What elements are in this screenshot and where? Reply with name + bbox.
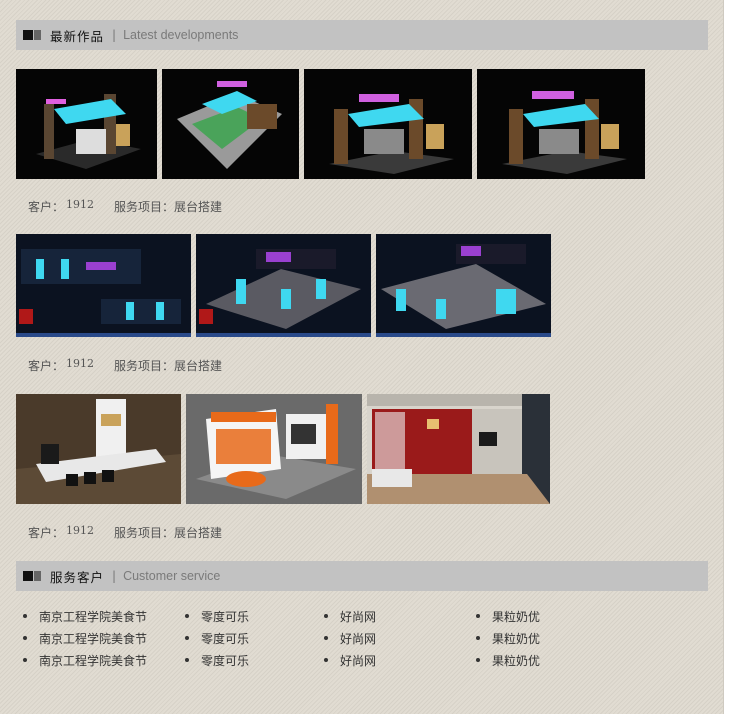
customers-header: 服务客户 | Customer service xyxy=(16,561,708,591)
service-value: 展台搭建 xyxy=(174,359,223,373)
bullet-icon xyxy=(185,636,189,640)
customer-link[interactable]: 零度可乐 xyxy=(185,652,324,669)
work-thumbnail-hall-1[interactable] xyxy=(16,234,191,337)
customer-link[interactable]: 零度可乐 xyxy=(185,608,324,625)
bullet-icon xyxy=(185,658,189,662)
work-caption: 客户： 1912 服务项目： 展台搭建 xyxy=(28,357,222,374)
service-label: 服务项目： xyxy=(114,200,175,214)
client-value: 1912 xyxy=(66,524,95,537)
client-label: 客户： xyxy=(28,200,65,214)
customer-name: 好尚网 xyxy=(340,609,377,624)
service-label: 服务项目： xyxy=(114,526,175,540)
customer-name: 零度可乐 xyxy=(201,653,250,668)
customer-link[interactable]: 果粒奶优 xyxy=(476,652,596,669)
bullet-icon xyxy=(23,614,27,618)
work-thumbnail-white-booth[interactable] xyxy=(16,394,181,504)
customer-link[interactable]: 南京工程学院美食节 xyxy=(23,652,185,669)
work-thumbnail-hall-3[interactable] xyxy=(376,234,551,337)
customer-name: 零度可乐 xyxy=(201,631,250,646)
customer-link[interactable]: 果粒奶优 xyxy=(476,608,596,625)
page-scrollbar-edge xyxy=(723,0,732,714)
customer-link[interactable]: 南京工程学院美食节 xyxy=(23,608,185,625)
client-label: 客户： xyxy=(28,526,65,540)
customer-name: 好尚网 xyxy=(340,653,377,668)
header-separator: | xyxy=(112,569,117,583)
customer-link[interactable]: 好尚网 xyxy=(324,630,476,647)
customer-link[interactable]: 南京工程学院美食节 xyxy=(23,630,185,647)
customer-name: 果粒奶优 xyxy=(492,653,541,668)
work-thumbnail-booth-4[interactable] xyxy=(477,69,645,179)
work-thumbnail-booth-1[interactable] xyxy=(16,69,157,179)
customer-row: 南京工程学院美食节 零度可乐 好尚网 果粒奶优 xyxy=(23,605,623,627)
work-thumbnail-living-room[interactable] xyxy=(367,394,550,504)
customer-name: 南京工程学院美食节 xyxy=(39,609,148,624)
section-bullet-icon xyxy=(23,30,41,40)
customer-link[interactable]: 零度可乐 xyxy=(185,630,324,647)
work-caption: 客户： 1912 服务项目： 展台搭建 xyxy=(28,198,222,215)
bullet-icon xyxy=(23,658,27,662)
work-thumbnail-orange-booth[interactable] xyxy=(186,394,362,504)
customer-name: 南京工程学院美食节 xyxy=(39,631,148,646)
service-value: 展台搭建 xyxy=(174,526,223,540)
customer-row: 南京工程学院美食节 零度可乐 好尚网 果粒奶优 xyxy=(23,627,623,649)
customer-row: 南京工程学院美食节 零度可乐 好尚网 果粒奶优 xyxy=(23,649,623,671)
bullet-icon xyxy=(185,614,189,618)
section-bullet-icon xyxy=(23,571,41,581)
bullet-icon xyxy=(476,614,480,618)
bullet-icon xyxy=(324,614,328,618)
header-separator: | xyxy=(112,28,117,42)
work-thumbnail-booth-2[interactable] xyxy=(162,69,299,179)
bullet-icon xyxy=(476,658,480,662)
work-thumbnail-hall-2[interactable] xyxy=(196,234,371,337)
work-caption: 客户： 1912 服务项目： 展台搭建 xyxy=(28,524,222,541)
latest-works-header: 最新作品 | Latest developments xyxy=(16,20,708,50)
bullet-icon xyxy=(23,636,27,640)
service-label: 服务项目： xyxy=(114,359,175,373)
bullet-icon xyxy=(324,658,328,662)
customer-name: 好尚网 xyxy=(340,631,377,646)
client-value: 1912 xyxy=(66,198,95,211)
customer-link[interactable]: 好尚网 xyxy=(324,652,476,669)
customers-subtitle: Customer service xyxy=(123,569,221,583)
work-thumbnail-booth-3[interactable] xyxy=(304,69,472,179)
customers-title: 服务客户 xyxy=(50,569,105,585)
latest-works-subtitle: Latest developments xyxy=(123,28,239,42)
customer-link[interactable]: 好尚网 xyxy=(324,608,476,625)
customer-name: 果粒奶优 xyxy=(492,609,541,624)
latest-works-title: 最新作品 xyxy=(50,28,105,44)
customer-link[interactable]: 果粒奶优 xyxy=(476,630,596,647)
customer-list: 南京工程学院美食节 零度可乐 好尚网 果粒奶优 南京工程学院美食节 零度可乐 好… xyxy=(23,605,623,671)
customer-name: 零度可乐 xyxy=(201,609,250,624)
bullet-icon xyxy=(476,636,480,640)
customer-name: 果粒奶优 xyxy=(492,631,541,646)
client-value: 1912 xyxy=(66,357,95,370)
service-value: 展台搭建 xyxy=(174,200,223,214)
bullet-icon xyxy=(324,636,328,640)
client-label: 客户： xyxy=(28,359,65,373)
customer-name: 南京工程学院美食节 xyxy=(39,653,148,668)
